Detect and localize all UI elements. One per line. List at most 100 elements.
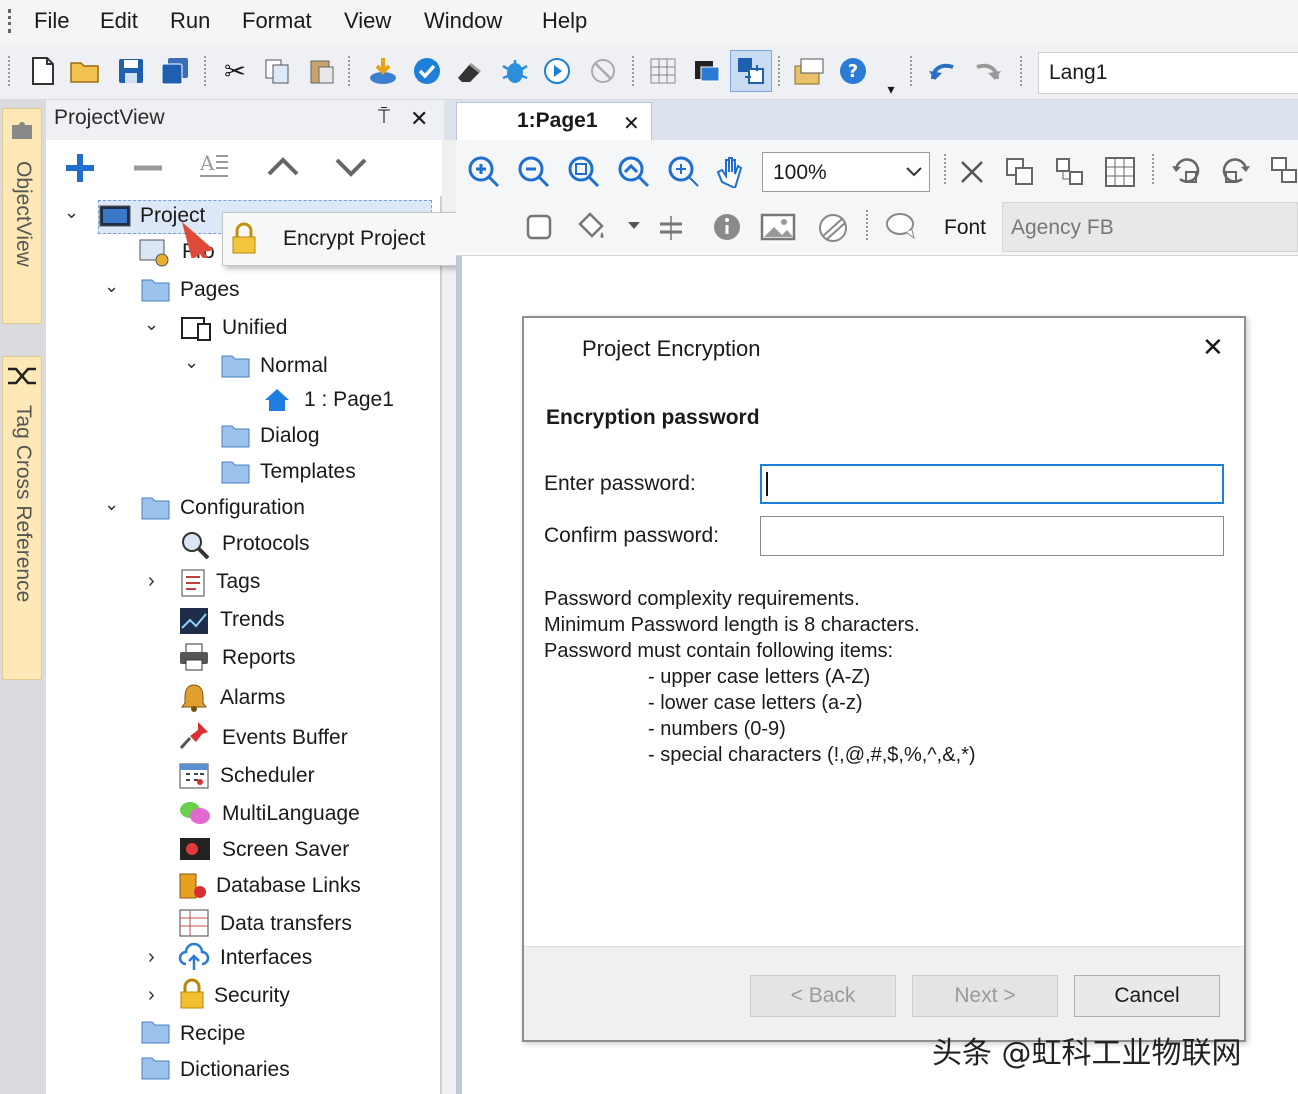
copy-icon[interactable] bbox=[260, 54, 294, 88]
snap-toggle-icon[interactable] bbox=[730, 50, 772, 92]
chevron-down-icon[interactable]: ⌄ bbox=[104, 494, 119, 515]
tab-object-view-label: ObjectView bbox=[12, 161, 35, 267]
rotate-right-icon[interactable] bbox=[1218, 154, 1252, 188]
move-up-icon[interactable] bbox=[266, 154, 300, 180]
rotate-left-icon[interactable] bbox=[1170, 154, 1204, 188]
chevron-down-icon[interactable] bbox=[626, 220, 642, 232]
ungroup-icon[interactable] bbox=[1054, 156, 1086, 188]
chevron-right-icon[interactable]: › bbox=[148, 984, 155, 1007]
tree-item-recipe[interactable]: Recipe bbox=[180, 1022, 245, 1046]
tree-item-trends[interactable]: Trends bbox=[220, 608, 285, 632]
delete-x-icon[interactable] bbox=[958, 158, 986, 186]
zoom-fit-icon[interactable] bbox=[616, 154, 652, 190]
tree-item-protocols[interactable]: Protocols bbox=[222, 532, 310, 556]
chevron-down-icon[interactable]: ⌄ bbox=[184, 352, 199, 373]
help-icon[interactable]: ? bbox=[836, 54, 870, 88]
cut-icon[interactable]: ✂ bbox=[218, 54, 252, 88]
next-button[interactable]: Next > bbox=[912, 975, 1058, 1017]
font-select[interactable]: Agency FB bbox=[1002, 202, 1298, 252]
tree-item-security[interactable]: Security bbox=[214, 984, 290, 1008]
zoom-in-icon[interactable] bbox=[466, 154, 502, 190]
check-icon[interactable] bbox=[410, 54, 444, 88]
tree-item-page1[interactable]: 1 : Page1 bbox=[304, 388, 394, 412]
chevron-right-icon[interactable]: › bbox=[148, 946, 155, 969]
close-tab-icon[interactable]: ✕ bbox=[623, 111, 640, 136]
add-icon[interactable] bbox=[64, 152, 96, 184]
menu-window[interactable]: Window bbox=[424, 8, 502, 34]
undo-icon[interactable] bbox=[926, 54, 960, 88]
save-all-icon[interactable] bbox=[158, 54, 192, 88]
tab-tag-cross-reference[interactable]: Tag Cross Reference bbox=[2, 356, 42, 680]
pin-icon[interactable]: ⍑ bbox=[378, 106, 390, 129]
zoom-value: 100% bbox=[773, 161, 827, 184]
run-play-icon[interactable] bbox=[540, 54, 574, 88]
tree-item-dictionaries[interactable]: Dictionaries bbox=[180, 1058, 290, 1082]
redo-icon[interactable] bbox=[970, 54, 1004, 88]
menu-encrypt-project[interactable]: Encrypt Project bbox=[283, 227, 425, 251]
align-icon[interactable] bbox=[1268, 154, 1298, 188]
zoom-out-icon[interactable] bbox=[516, 154, 552, 190]
download-icon[interactable] bbox=[366, 54, 400, 88]
chevron-down-icon[interactable]: ⌄ bbox=[104, 276, 119, 297]
back-button[interactable]: < Back bbox=[750, 975, 896, 1017]
tree-item-multilanguage[interactable]: MultiLanguage bbox=[222, 802, 360, 826]
open-folder-icon[interactable] bbox=[68, 54, 102, 88]
menu-run[interactable]: Run bbox=[170, 8, 210, 34]
tree-item-templates[interactable]: Templates bbox=[260, 460, 356, 484]
language-select[interactable]: Lang1 bbox=[1038, 52, 1298, 94]
tab-page1[interactable]: 1:Page1 ✕ bbox=[456, 102, 652, 140]
chevron-down-icon[interactable]: ⌄ bbox=[64, 202, 79, 223]
zoom-all-icon[interactable] bbox=[666, 154, 702, 190]
close-panel-icon[interactable]: ✕ bbox=[410, 106, 428, 132]
confirm-password-field[interactable] bbox=[760, 516, 1224, 556]
tree-item-interfaces[interactable]: Interfaces bbox=[220, 946, 312, 970]
tree-item-alarms[interactable]: Alarms bbox=[220, 686, 285, 710]
tree-item-configuration[interactable]: Configuration bbox=[180, 496, 305, 520]
chevron-down-icon[interactable]: ⌄ bbox=[144, 314, 159, 335]
info-icon[interactable] bbox=[712, 212, 742, 242]
tree-item-reports[interactable]: Reports bbox=[222, 646, 296, 670]
menu-view[interactable]: View bbox=[344, 8, 391, 34]
tree-item-unified[interactable]: Unified bbox=[222, 316, 287, 340]
shape-icon[interactable] bbox=[524, 212, 554, 242]
tree-item-dialog[interactable]: Dialog bbox=[260, 424, 320, 448]
eraser-icon[interactable] bbox=[452, 54, 486, 88]
remove-icon[interactable] bbox=[132, 152, 164, 184]
tree-item-normal[interactable]: Normal bbox=[260, 354, 328, 378]
tree-item-events-buffer[interactable]: Events Buffer bbox=[222, 726, 348, 750]
pan-hand-icon[interactable] bbox=[714, 152, 750, 188]
disabled-style-icon[interactable] bbox=[816, 212, 850, 244]
zoom-select[interactable]: 100% bbox=[762, 152, 930, 192]
layer-icon[interactable] bbox=[690, 54, 724, 88]
new-file-icon[interactable] bbox=[26, 54, 60, 88]
enter-password-field[interactable] bbox=[760, 464, 1224, 504]
menu-file[interactable]: File bbox=[34, 8, 69, 34]
debug-bug-icon[interactable] bbox=[498, 54, 532, 88]
cancel-button[interactable]: Cancel bbox=[1074, 975, 1220, 1017]
tree-item-screen-saver[interactable]: Screen Saver bbox=[222, 838, 349, 862]
fill-bucket-icon[interactable] bbox=[574, 210, 608, 244]
chevron-right-icon[interactable]: › bbox=[148, 570, 155, 593]
tab-object-view[interactable]: ObjectView bbox=[2, 108, 42, 324]
tree-item-scheduler[interactable]: Scheduler bbox=[220, 764, 315, 788]
tree-item-database-links[interactable]: Database Links bbox=[216, 874, 361, 898]
properties-icon[interactable] bbox=[792, 54, 826, 88]
menu-help[interactable]: Help bbox=[542, 8, 587, 34]
menu-edit[interactable]: Edit bbox=[100, 8, 138, 34]
image-icon[interactable] bbox=[760, 212, 796, 242]
grid-icon[interactable] bbox=[646, 54, 680, 88]
zoom-page-icon[interactable] bbox=[566, 154, 602, 190]
menu-format[interactable]: Format bbox=[242, 8, 312, 34]
move-down-icon[interactable] bbox=[334, 154, 368, 180]
dialog-close-icon[interactable]: ✕ bbox=[1202, 332, 1224, 363]
paste-icon[interactable] bbox=[304, 54, 338, 88]
tree-item-data-transfers[interactable]: Data transfers bbox=[220, 912, 352, 936]
tree-item-tags[interactable]: Tags bbox=[216, 570, 260, 594]
save-icon[interactable] bbox=[114, 54, 148, 88]
rename-icon[interactable]: A bbox=[198, 148, 230, 182]
group-icon[interactable] bbox=[1004, 156, 1036, 188]
comment-icon[interactable] bbox=[884, 210, 920, 242]
tree-item-pages[interactable]: Pages bbox=[180, 278, 240, 302]
line-width-icon[interactable] bbox=[656, 214, 686, 242]
table-icon[interactable] bbox=[1104, 156, 1136, 188]
